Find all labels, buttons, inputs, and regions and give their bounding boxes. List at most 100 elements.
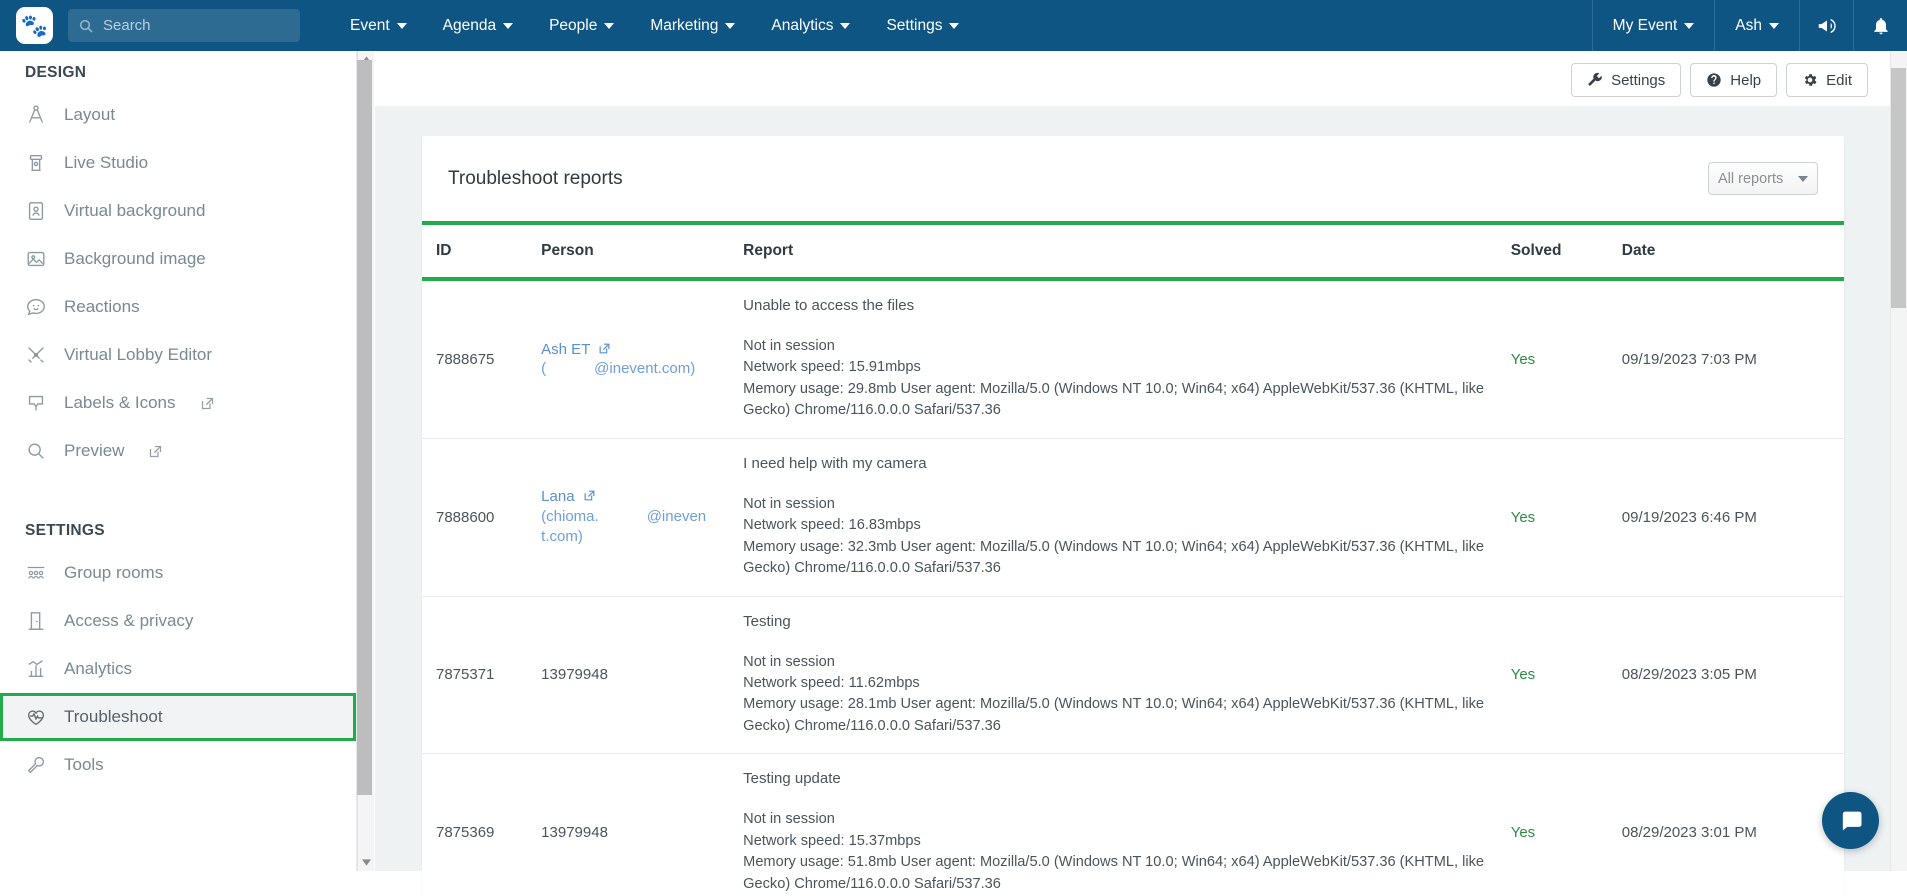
report-title: Unable to access the files <box>743 297 1511 314</box>
sidebar-item-reactions[interactable]: Reactions <box>0 283 356 331</box>
sidebar-item-label: Virtual Lobby Editor <box>64 345 212 365</box>
sidebar-section-settings: SETTINGS <box>0 509 356 549</box>
chat-icon <box>1837 807 1865 835</box>
report-line-memory-useragent: Memory usage: 28.1mb User agent: Mozilla… <box>743 694 1511 737</box>
report-filter-select[interactable]: All reports <box>1708 162 1818 195</box>
cell-solved: Yes <box>1511 754 1622 896</box>
page-title: Troubleshoot reports <box>448 168 623 190</box>
sidebar-item-layout[interactable]: Layout <box>0 91 356 139</box>
nav-item-analytics[interactable]: Analytics <box>753 0 868 51</box>
event-switcher[interactable]: My Event <box>1592 0 1715 51</box>
bell-icon <box>1871 16 1891 36</box>
page-scrollbar-thumb[interactable] <box>1891 68 1906 308</box>
reports-table: ID Person Report Solved Date 7888675 Ash… <box>422 221 1844 896</box>
sidebar-item-tools[interactable]: Tools <box>0 741 356 789</box>
report-filter-wrapper: All reports <box>1708 162 1818 195</box>
cell-report: Unable to access the files Not in sessio… <box>743 279 1511 438</box>
page-action-buttons: Settings Help Edit <box>1571 63 1868 97</box>
sidebar-item-label: Preview <box>64 441 124 461</box>
notifications-button[interactable] <box>1853 0 1907 51</box>
megaphone-icon <box>1816 15 1838 37</box>
nav-label: Settings <box>886 17 942 35</box>
cell-date: 09/19/2023 7:03 PM <box>1622 279 1844 438</box>
sidebar-item-troubleshoot[interactable]: Troubleshoot <box>0 693 356 741</box>
nav-item-event[interactable]: Event <box>332 0 425 51</box>
event-switcher-label: My Event <box>1613 17 1678 35</box>
status-badge: Yes <box>1511 824 1535 841</box>
sidebar-item-label: Background image <box>64 249 206 269</box>
search-input[interactable] <box>103 17 283 34</box>
wrench-icon <box>1587 72 1603 88</box>
sidebar-item-virtual-background[interactable]: Virtual background <box>0 187 356 235</box>
nav-label: Agenda <box>443 17 496 35</box>
edit-button[interactable]: Edit <box>1786 63 1868 97</box>
status-badge: Yes <box>1511 666 1535 683</box>
main-content: Settings Help Edit Troubleshoot reports … <box>375 51 1890 871</box>
report-line-network: Network speed: 16.83mbps <box>743 515 1511 536</box>
search-box[interactable] <box>68 9 300 42</box>
column-header-id[interactable]: ID <box>422 223 541 279</box>
table-row[interactable]: 7888600 Lana (chioma.@ineven t.com) <box>422 438 1844 596</box>
nav-item-marketing[interactable]: Marketing <box>632 0 753 51</box>
table-row[interactable]: 7888675 Ash ET (@inevent.com) <box>422 279 1844 438</box>
sidebar-item-group-rooms[interactable]: Group rooms <box>0 549 356 597</box>
sidebar-scroll-down-arrow[interactable] <box>358 854 375 871</box>
picture-icon <box>25 248 47 270</box>
report-line-network: Network speed: 11.62mbps <box>743 673 1511 694</box>
app-logo[interactable]: 🐾 <box>16 7 53 44</box>
chat-launcher-button[interactable] <box>1822 792 1879 849</box>
caret-down-icon <box>362 859 371 866</box>
column-header-person[interactable]: Person <box>541 223 743 279</box>
sidebar-item-access-privacy[interactable]: Access & privacy <box>0 597 356 645</box>
cell-date: 09/19/2023 6:46 PM <box>1622 438 1844 596</box>
status-badge: Yes <box>1511 351 1535 368</box>
chevron-down-icon <box>840 23 850 29</box>
cell-person: Ash ET (@inevent.com) <box>541 279 743 438</box>
chevron-down-icon <box>503 23 513 29</box>
sidebar-item-label: Analytics <box>64 659 132 679</box>
chevron-down-icon <box>949 23 959 29</box>
sidebar-item-preview[interactable]: Preview <box>0 427 356 475</box>
settings-button[interactable]: Settings <box>1571 63 1681 97</box>
sidebar-item-background-image[interactable]: Background image <box>0 235 356 283</box>
nav-item-settings[interactable]: Settings <box>868 0 977 51</box>
sidebar-item-virtual-lobby-editor[interactable]: Virtual Lobby Editor <box>0 331 356 379</box>
table-row[interactable]: 7875369 13979948 Testing update Not in s… <box>422 754 1844 896</box>
cell-id: 7888675 <box>422 279 541 438</box>
nav-item-agenda[interactable]: Agenda <box>425 0 531 51</box>
table-row[interactable]: 7875371 13979948 Testing Not in session … <box>422 596 1844 754</box>
sidebar-item-live-studio[interactable]: Live Studio <box>0 139 356 187</box>
edit-button-label: Edit <box>1826 72 1852 89</box>
person-link-wrapper[interactable]: Lana <box>541 487 743 507</box>
sidebar-item-label: Troubleshoot <box>64 707 163 727</box>
person-name-link[interactable]: Ash ET <box>541 341 590 358</box>
group-people-icon <box>25 562 47 584</box>
person-name-link[interactable]: Lana <box>541 488 574 505</box>
sidebar-item-label: Access & privacy <box>64 611 193 631</box>
sidebar-scrollbar-thumb[interactable] <box>357 60 372 795</box>
report-line-network: Network speed: 15.37mbps <box>743 831 1511 852</box>
person-email-domain: @inevent.com) <box>594 360 695 377</box>
sidebar-item-label: Group rooms <box>64 563 163 583</box>
chevron-down-icon <box>604 23 614 29</box>
nav-label: Event <box>350 17 390 35</box>
person-email-domain: @ineven <box>647 508 706 525</box>
top-navigation-bar: 🐾 Event Agenda People Marketing Analytic… <box>0 0 1907 51</box>
user-menu[interactable]: Ash <box>1714 0 1799 51</box>
help-button[interactable]: Help <box>1690 63 1777 97</box>
column-header-date[interactable]: Date <box>1622 223 1844 279</box>
person-link-wrapper[interactable]: Ash ET <box>541 340 743 360</box>
column-header-solved[interactable]: Solved <box>1511 223 1622 279</box>
announcements-button[interactable] <box>1799 0 1853 51</box>
nav-item-people[interactable]: People <box>531 0 632 51</box>
cell-date: 08/29/2023 3:01 PM <box>1622 754 1844 896</box>
help-circle-icon <box>1706 72 1722 88</box>
sidebar-item-labels-and-icons[interactable]: Labels & Icons <box>0 379 356 427</box>
person-email-prefix: (chioma. <box>541 508 599 525</box>
sidebar-item-analytics[interactable]: Analytics <box>0 645 356 693</box>
cell-report: Testing Not in session Network speed: 11… <box>743 596 1511 754</box>
cell-id: 7875369 <box>422 754 541 896</box>
status-badge: Yes <box>1511 509 1535 526</box>
column-header-report[interactable]: Report <box>743 223 1511 279</box>
compass-icon <box>25 104 47 126</box>
